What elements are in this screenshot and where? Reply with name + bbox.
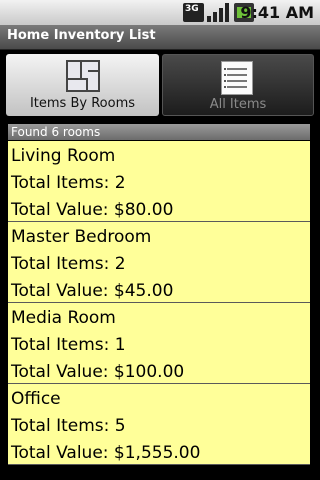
room-name: Office [11,389,61,409]
room-total-items: Total Items: 1 [11,335,126,355]
tab-label: Items By Rooms [29,96,136,111]
list-item[interactable]: Media Room Total Items: 1 Total Value: $… [8,303,310,384]
room-total-items: Total Items: 5 [11,416,126,436]
tab-items-by-rooms[interactable]: Items By Rooms [6,54,159,116]
room-name: Master Bedroom [11,227,152,247]
app-title: Home Inventory List [7,28,156,43]
tab-bar: Items By Rooms All Items [0,50,320,119]
list-header: Found 6 rooms [8,124,310,140]
room-name: Living Room [11,146,116,166]
status-bar: 3G 9:41 AM [0,0,320,25]
room-total-items: Total Items: 2 [11,254,126,274]
list-item[interactable]: Living Room Total Items: 2 Total Value: … [8,141,310,222]
room-list-area: Found 6 rooms Living Room Total Items: 2… [0,119,320,480]
tab-label: All Items [209,97,267,112]
room-total-value: Total Value: $45.00 [11,281,174,301]
room-total-value: Total Value: $1,555.00 [11,443,201,463]
app-title-bar: Home Inventory List [0,25,320,50]
tab-all-items[interactable]: All Items [162,54,314,116]
room-total-value: Total Value: $80.00 [11,200,174,220]
list-item[interactable]: Office Total Items: 5 Total Value: $1,55… [8,384,310,465]
room-total-value: Total Value: $100.00 [11,362,185,382]
room-name: Media Room [11,308,116,328]
network-3g-icon: 3G [183,3,204,22]
network-label: 3G [185,4,199,14]
floorplan-icon [66,60,100,92]
room-list[interactable]: Living Room Total Items: 2 Total Value: … [8,141,310,465]
list-icon [221,61,253,95]
found-count-label: Found 6 rooms [11,125,101,139]
room-total-items: Total Items: 2 [11,173,126,193]
signal-strength-icon [207,3,229,22]
status-time: 9:41 AM [240,3,314,22]
list-item[interactable]: Master Bedroom Total Items: 2 Total Valu… [8,222,310,303]
